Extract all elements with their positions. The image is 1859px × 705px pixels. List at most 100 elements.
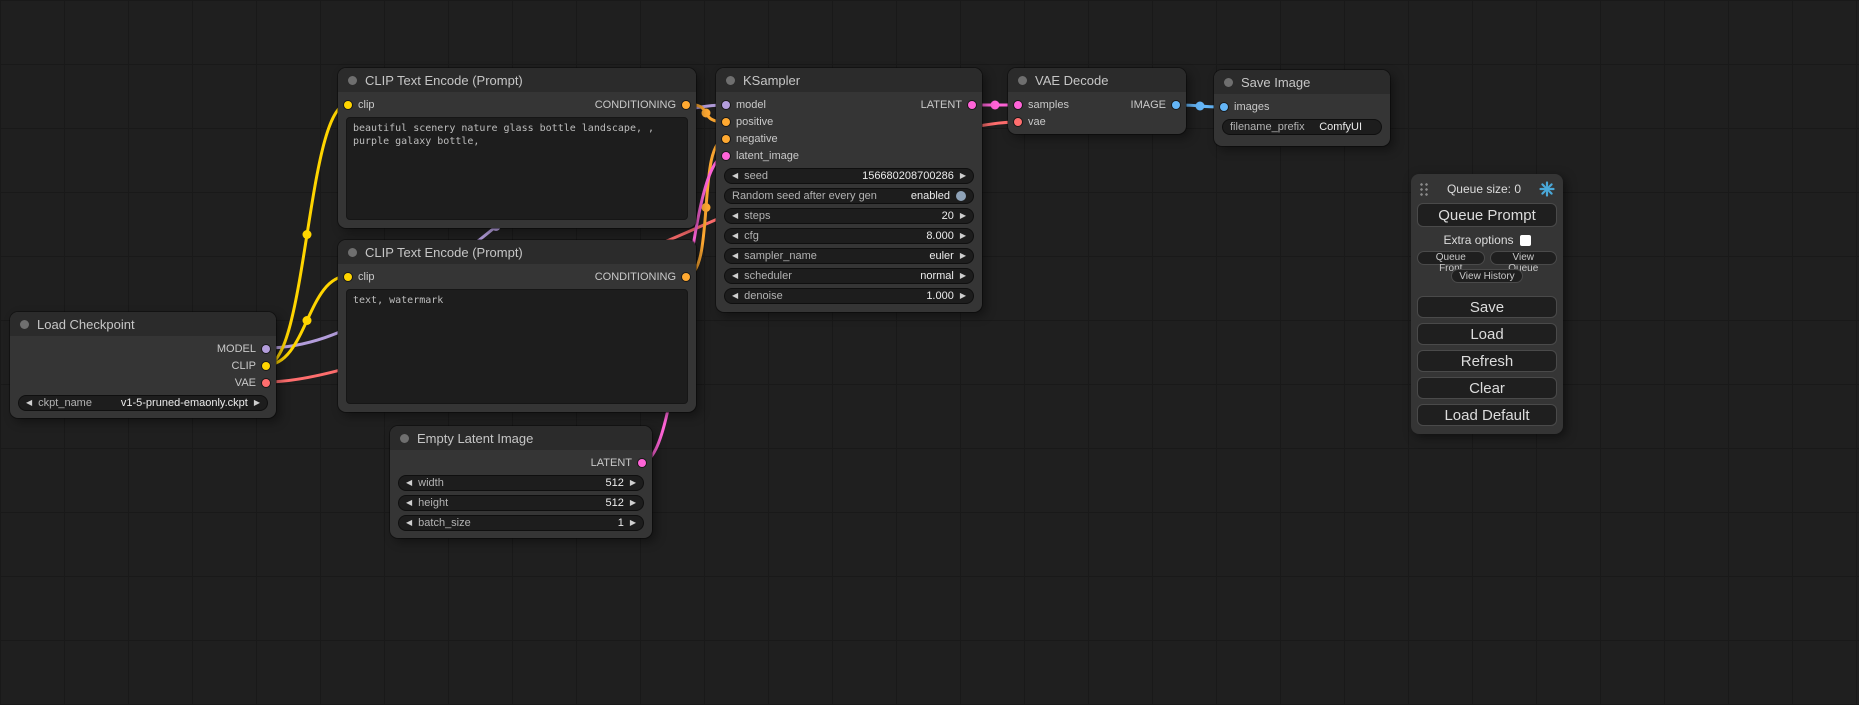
decrement-arrow-icon[interactable]: ◀ (732, 212, 738, 220)
input-port-samples[interactable] (1014, 101, 1022, 109)
widget-width[interactable]: ◀ width 512 ▶ (398, 475, 644, 491)
collapse-dot[interactable] (726, 76, 735, 85)
increment-arrow-icon[interactable]: ▶ (960, 172, 966, 180)
widget-denoise[interactable]: ◀ denoise 1.000 ▶ (724, 288, 974, 304)
collapse-dot[interactable] (400, 434, 409, 443)
increment-arrow-icon[interactable]: ▶ (960, 292, 966, 300)
comfyui-canvas[interactable]: { "icons": { "left_arrow": "◀", "right_a… (0, 0, 1859, 705)
decrement-arrow-icon[interactable]: ◀ (732, 272, 738, 280)
output-label: VAE (235, 377, 256, 389)
increment-arrow-icon[interactable]: ▶ (960, 232, 966, 240)
output-port-vae[interactable] (262, 379, 270, 387)
widget-value: 20 (942, 210, 954, 222)
queue-prompt-button[interactable]: Queue Prompt (1417, 203, 1557, 227)
extra-options-checkbox[interactable] (1520, 235, 1531, 246)
widget-sampler-name[interactable]: ◀ sampler_name euler ▶ (724, 248, 974, 264)
collapse-dot[interactable] (348, 248, 357, 257)
port-row: VAE (10, 374, 276, 391)
decrement-arrow-icon[interactable]: ◀ (406, 519, 412, 527)
increment-arrow-icon[interactable]: ▶ (630, 479, 636, 487)
node-ksampler[interactable]: KSampler model LATENT positive negative … (716, 68, 982, 312)
decrement-arrow-icon[interactable]: ◀ (732, 292, 738, 300)
load-button[interactable]: Load (1417, 323, 1557, 345)
increment-arrow-icon[interactable]: ▶ (254, 399, 260, 407)
output-port-conditioning[interactable] (682, 273, 690, 281)
decrement-arrow-icon[interactable]: ◀ (732, 172, 738, 180)
menu-header: Queue size: 0 (1419, 180, 1555, 198)
collapse-dot[interactable] (1018, 76, 1027, 85)
decrement-arrow-icon[interactable]: ◀ (732, 252, 738, 260)
node-body: LATENT ◀ width 512 ▶ ◀ height 512 ▶ ◀ ba… (390, 450, 652, 538)
node-title-bar[interactable]: Save Image (1214, 70, 1390, 94)
input-port-images[interactable] (1220, 103, 1228, 111)
queue-front-button[interactable]: Queue Front (1417, 251, 1485, 265)
link-midpoint-dot (303, 230, 312, 239)
input-port-positive[interactable] (722, 118, 730, 126)
widget-height[interactable]: ◀ height 512 ▶ (398, 495, 644, 511)
refresh-button[interactable]: Refresh (1417, 350, 1557, 372)
view-queue-button[interactable]: View Queue (1490, 251, 1558, 265)
decrement-arrow-icon[interactable]: ◀ (406, 479, 412, 487)
widget-cfg[interactable]: ◀ cfg 8.000 ▶ (724, 228, 974, 244)
drag-handle-icon[interactable] (1419, 182, 1429, 196)
decrement-arrow-icon[interactable]: ◀ (406, 499, 412, 507)
node-title: Load Checkpoint (37, 317, 135, 332)
increment-arrow-icon[interactable]: ▶ (960, 272, 966, 280)
increment-arrow-icon[interactable]: ▶ (630, 519, 636, 527)
output-label: CLIP (232, 360, 256, 372)
node-title-bar[interactable]: CLIP Text Encode (Prompt) (338, 240, 696, 264)
node-save-image[interactable]: Save Image images filename_prefix ComfyU… (1214, 70, 1390, 146)
node-title-bar[interactable]: KSampler (716, 68, 982, 92)
increment-arrow-icon[interactable]: ▶ (960, 212, 966, 220)
input-port-model[interactable] (722, 101, 730, 109)
comfy-menu-panel[interactable]: Queue size: 0 Queue Prompt Extra options… (1411, 174, 1563, 434)
node-clip-text-encode-negative[interactable]: CLIP Text Encode (Prompt) clip CONDITION… (338, 240, 696, 412)
widget-ckpt-name[interactable]: ◀ ckpt_name v1-5-pruned-emaonly.ckpt ▶ (18, 395, 268, 411)
input-port-clip[interactable] (344, 273, 352, 281)
decrement-arrow-icon[interactable]: ◀ (732, 232, 738, 240)
save-button[interactable]: Save (1417, 296, 1557, 318)
input-port-negative[interactable] (722, 135, 730, 143)
load-default-button[interactable]: Load Default (1417, 404, 1557, 426)
widget-steps[interactable]: ◀ steps 20 ▶ (724, 208, 974, 224)
clear-button[interactable]: Clear (1417, 377, 1557, 399)
node-vae-decode[interactable]: VAE Decode samples IMAGE vae (1008, 68, 1186, 134)
link-midpoint-dot (1196, 102, 1205, 111)
output-port-latent[interactable] (638, 459, 646, 467)
input-port-vae[interactable] (1014, 118, 1022, 126)
node-title-bar[interactable]: Empty Latent Image (390, 426, 652, 450)
toggle-dot[interactable] (956, 191, 966, 201)
input-port-latent-image[interactable] (722, 152, 730, 160)
node-title: Empty Latent Image (417, 431, 533, 446)
view-history-button[interactable]: View History (1451, 269, 1523, 283)
widget-scheduler[interactable]: ◀ scheduler normal ▶ (724, 268, 974, 284)
widget-random-seed-mode[interactable]: Random seed after every gen enabled (724, 188, 974, 204)
positive-prompt-textarea[interactable]: beautiful scenery nature glass bottle la… (346, 117, 688, 220)
output-port-conditioning[interactable] (682, 101, 690, 109)
widget-filename-prefix[interactable]: filename_prefix ComfyUI (1222, 119, 1382, 135)
node-clip-text-encode-positive[interactable]: CLIP Text Encode (Prompt) clip CONDITION… (338, 68, 696, 228)
collapse-dot[interactable] (348, 76, 357, 85)
increment-arrow-icon[interactable]: ▶ (960, 252, 966, 260)
collapse-dot[interactable] (1224, 78, 1233, 87)
widget-seed[interactable]: ◀ seed 156680208700286 ▶ (724, 168, 974, 184)
output-port-latent[interactable] (968, 101, 976, 109)
decrement-arrow-icon[interactable]: ◀ (26, 399, 32, 407)
collapse-dot[interactable] (20, 320, 29, 329)
output-port-image[interactable] (1172, 101, 1180, 109)
node-title: VAE Decode (1035, 73, 1108, 88)
node-empty-latent-image[interactable]: Empty Latent Image LATENT ◀ width 512 ▶ … (390, 426, 652, 538)
negative-prompt-textarea[interactable]: text, watermark (346, 289, 688, 404)
increment-arrow-icon[interactable]: ▶ (630, 499, 636, 507)
node-title-bar[interactable]: Load Checkpoint (10, 312, 276, 336)
settings-gear-icon[interactable] (1539, 181, 1555, 197)
output-port-clip[interactable] (262, 362, 270, 370)
node-title-bar[interactable]: VAE Decode (1008, 68, 1186, 92)
widget-label: width (418, 477, 444, 489)
widget-label: seed (744, 170, 768, 182)
input-port-clip[interactable] (344, 101, 352, 109)
widget-batch-size[interactable]: ◀ batch_size 1 ▶ (398, 515, 644, 531)
node-load-checkpoint[interactable]: Load Checkpoint MODEL CLIP VAE ◀ ckpt_na… (10, 312, 276, 418)
node-title-bar[interactable]: CLIP Text Encode (Prompt) (338, 68, 696, 92)
output-port-model[interactable] (262, 345, 270, 353)
